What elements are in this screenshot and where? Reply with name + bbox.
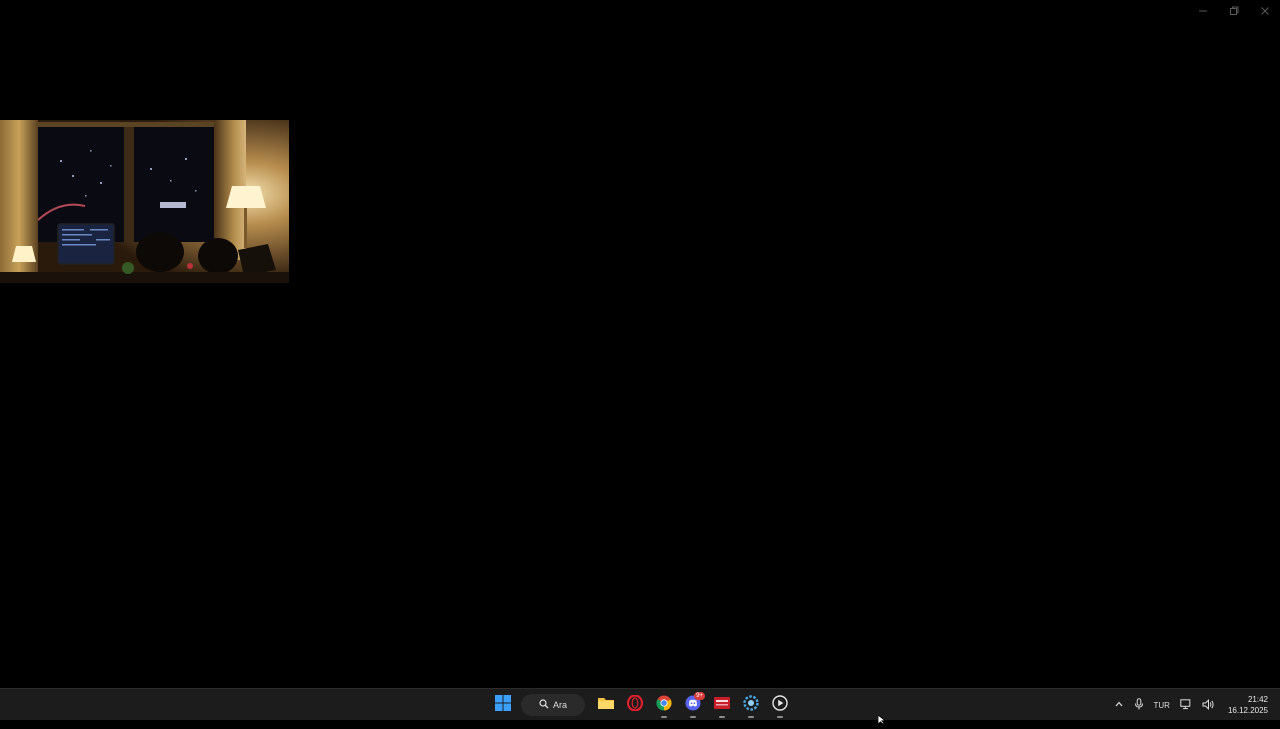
tray-volume[interactable] (1197, 690, 1220, 720)
microphone-icon (1134, 698, 1144, 712)
minimize-icon (1198, 6, 1208, 16)
clock-date: 16.12.2025 (1228, 705, 1268, 716)
desktop (0, 0, 1280, 688)
taskbar-app-discord[interactable]: 9+ (678, 690, 707, 720)
taskbar-app-chrome[interactable] (649, 690, 678, 720)
taskbar: Ara (0, 688, 1280, 720)
chevron-up-icon (1114, 699, 1124, 711)
running-indicator (719, 716, 725, 718)
taskbar-apps: Ara (488, 689, 794, 721)
taskbar-app-media-player[interactable] (765, 690, 794, 720)
close-icon (1260, 6, 1270, 16)
tray-overflow-button[interactable] (1109, 690, 1129, 720)
folder-icon (597, 695, 615, 716)
notification-badge: 9+ (694, 692, 705, 700)
window-caption-buttons (1187, 0, 1280, 22)
opera-icon (627, 695, 643, 716)
volume-icon (1202, 699, 1215, 712)
running-indicator (777, 716, 783, 718)
taskbar-search[interactable]: Ara (521, 694, 585, 716)
tray-microphone[interactable] (1129, 690, 1149, 720)
blue-gear-app-icon (743, 695, 759, 716)
system-tray: TUR 21:42 16.12.2025 (1109, 689, 1280, 721)
tray-clock[interactable]: 21:42 16.12.2025 (1220, 694, 1280, 716)
running-indicator (748, 716, 754, 718)
start-button[interactable] (488, 690, 517, 720)
tray-language[interactable]: TUR (1149, 690, 1175, 720)
room-photo (0, 120, 289, 283)
search-label: Ara (553, 700, 567, 710)
restore-button[interactable] (1218, 0, 1249, 22)
play-icon (772, 695, 788, 716)
minimize-button[interactable] (1187, 0, 1218, 22)
chrome-icon (656, 695, 672, 716)
running-indicator (661, 716, 667, 718)
taskbar-app-file-explorer[interactable] (591, 690, 620, 720)
taskbar-app-recording[interactable] (707, 690, 736, 720)
windows-start-icon (495, 695, 511, 716)
close-button[interactable] (1249, 0, 1280, 22)
restore-icon (1229, 6, 1239, 16)
red-app-icon (713, 695, 731, 716)
running-indicator (690, 716, 696, 718)
search-icon (539, 699, 549, 711)
taskbar-app-settings[interactable] (736, 690, 765, 720)
clock-time: 21:42 (1228, 694, 1268, 705)
taskbar-app-opera[interactable] (620, 690, 649, 720)
network-icon (1180, 699, 1192, 712)
tray-network[interactable] (1175, 690, 1197, 720)
